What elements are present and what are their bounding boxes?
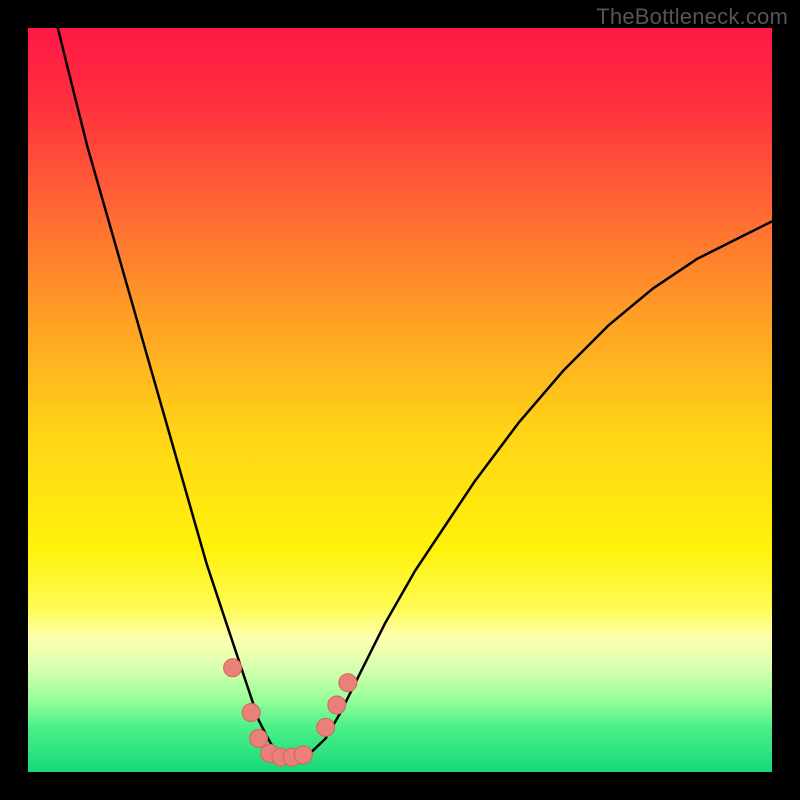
data-marker [250, 730, 268, 748]
data-marker [242, 704, 260, 722]
data-marker [224, 659, 242, 677]
data-marker [294, 746, 312, 764]
data-marker [339, 674, 357, 692]
data-marker [317, 718, 335, 736]
watermark-label: TheBottleneck.com [596, 4, 788, 30]
gradient-background [28, 28, 772, 772]
chart-frame: TheBottleneck.com [0, 0, 800, 800]
data-marker [328, 696, 346, 714]
plot-area [28, 28, 772, 772]
chart-svg [28, 28, 772, 772]
